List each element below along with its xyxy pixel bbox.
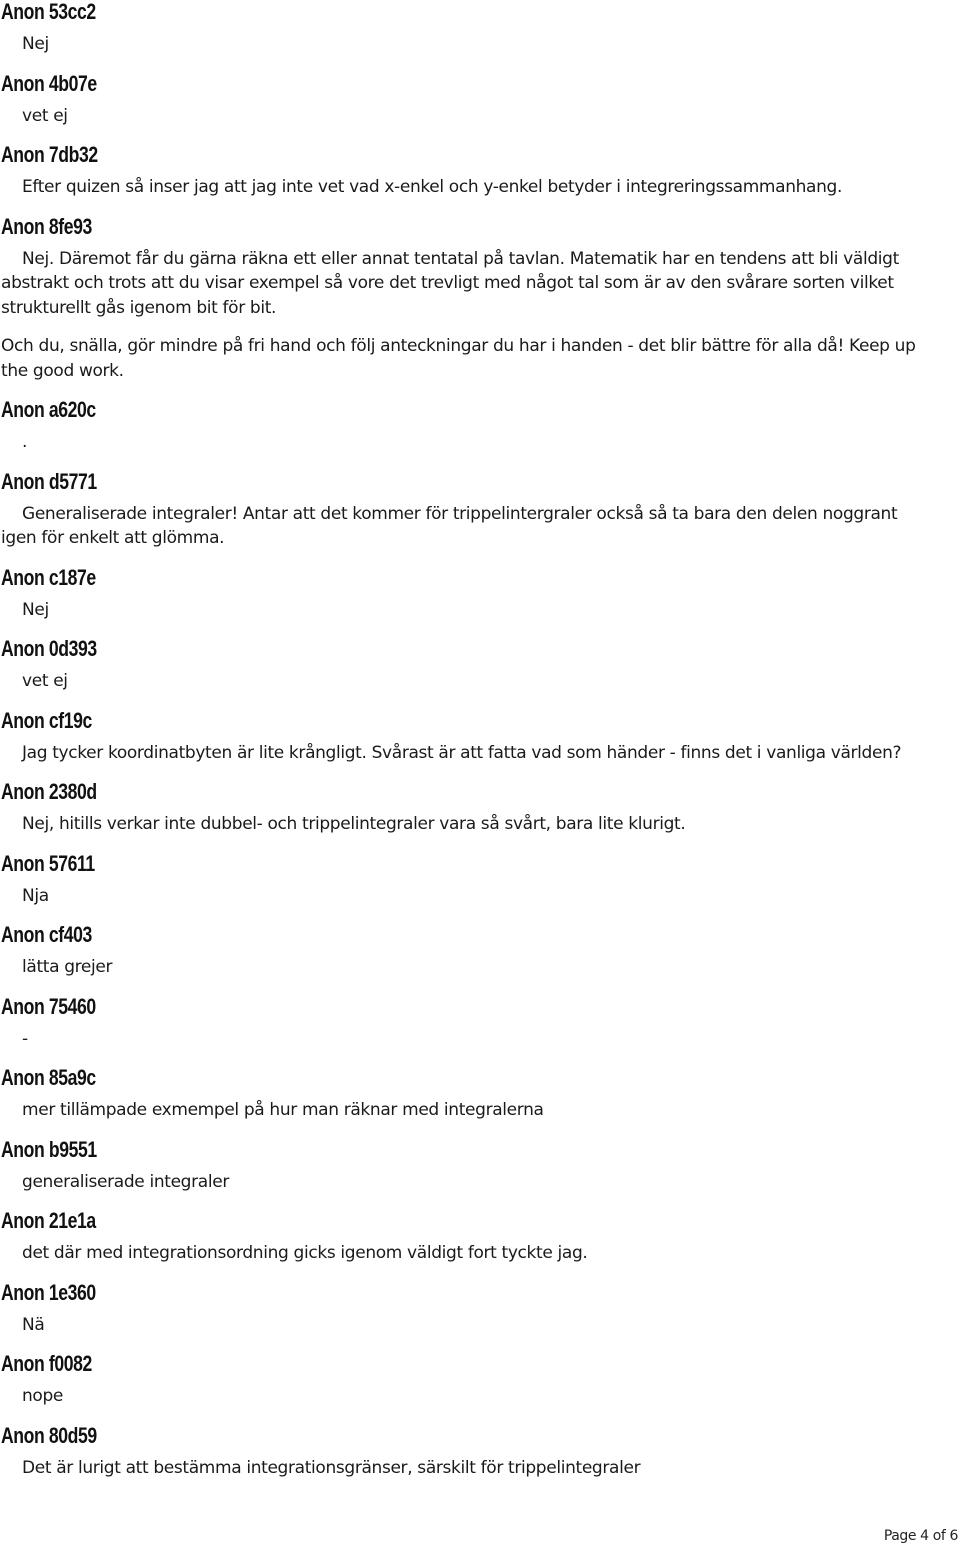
response-body: Jag tycker koordinatbyten är lite krångl… (1, 741, 931, 777)
response-entry: Anon 8fe93 Nej. Däremot får du gärna räkn… (1, 211, 931, 395)
respondent-name: Anon 53cc2 (1, 0, 96, 24)
response-text: vet ej (22, 671, 68, 691)
response-text: Jag tycker koordinatbyten är lite krångl… (22, 742, 902, 763)
response-entry: Anon 2380d Nej, hitills verkar inte dubbe… (1, 776, 931, 848)
response-body: lätta grejer (1, 955, 931, 991)
response-entry: Anon 1e360 Nä (1, 1277, 931, 1349)
response-entry: Anon 57611 Nja (1, 848, 931, 920)
response-entry: Anon c187e Nej (1, 562, 931, 634)
response-text: . (22, 432, 28, 452)
response-text: Generaliserade integraler! Antar att det… (1, 503, 898, 549)
response-entry: Anon f0082 nope (1, 1348, 931, 1420)
response-list: Anon 53cc2 Nej Anon 4b07e vet ej Anon 7db32 E… (1, 0, 931, 1491)
response-entry: Anon 7db32 Efter quizen så inser jag att … (1, 139, 931, 211)
response-entry: Anon 85a9c mer tillämpade exmempel på hur… (1, 1062, 931, 1134)
page-number: Page 4 of 6 (883, 1528, 959, 1544)
response-text: Nej (22, 34, 49, 54)
respondent-name: Anon 85a9c (1, 1065, 96, 1090)
response-text: Efter quizen så inser jag att jag inte v… (22, 177, 843, 197)
response-text: Nej (22, 599, 49, 620)
respondent-name: Anon a620c (1, 397, 96, 422)
response-entry: Anon d5771 Generaliserade integraler! Ant… (1, 466, 931, 562)
response-text: Och du, snälla, gör mindre på fri hand o… (1, 336, 916, 381)
response-body: nope (1, 1384, 931, 1420)
response-entry: Anon b9551 generaliserade integraler (1, 1134, 931, 1206)
respondent-name: Anon 4b07e (1, 70, 97, 96)
response-body: Nä (1, 1313, 931, 1349)
respondent-name: Anon 80d59 (1, 1422, 97, 1448)
response-text: lätta grejer (22, 957, 113, 977)
response-body: Generaliserade integraler! Antar att det… (1, 502, 931, 562)
response-text: vet ej (22, 105, 68, 126)
respondent-name: Anon c187e (1, 564, 96, 590)
response-text: Det är lurigt att bestämma integrationsg… (22, 1457, 641, 1478)
response-body: - (1, 1027, 931, 1063)
response-entry: Anon cf19c Jag tycker koordinatbyten är l… (1, 705, 931, 777)
response-body: Nej. Däremot får du gärna räkna ett elle… (1, 247, 931, 395)
respondent-name: Anon b9551 (1, 1136, 97, 1162)
response-entry: Anon a620c. (1, 394, 931, 466)
response-text: generaliserade integraler (22, 1171, 229, 1192)
response-body: Efter quizen så inser jag att jag inte v… (1, 175, 931, 211)
response-entry: Anon 21e1a det där med integrationsordnin… (1, 1205, 931, 1277)
respondent-name: Anon f0082 (1, 1351, 92, 1376)
respondent-name: Anon 21e1a (1, 1208, 96, 1233)
response-entry: Anon 4b07e vet ej (1, 68, 931, 140)
response-body: generaliserade integraler (1, 1170, 931, 1206)
respondent-name: Anon 8fe93 (1, 213, 92, 239)
response-body: Nej (1, 32, 931, 68)
respondent-name: Anon cf403 (1, 922, 92, 947)
response-entry: Anon 80d59 Det är lurigt att bestämma int… (1, 1420, 931, 1492)
response-body: Nja (1, 884, 931, 920)
response-text: Nä (22, 1314, 45, 1335)
response-text: det där med integrationsordning gicks ig… (22, 1243, 588, 1263)
respondent-name: Anon 2380d (1, 779, 97, 804)
response-body: Nej (1, 598, 931, 634)
respondent-name: Anon 1e360 (1, 1279, 96, 1305)
response-body: . (1, 430, 931, 466)
respondent-name: Anon 7db32 (1, 142, 98, 167)
response-entry: Anon 75460 - (1, 991, 931, 1063)
respondent-name: Anon 0d393 (1, 636, 97, 661)
response-text: Nej, hitills verkar inte dubbel- och tri… (22, 814, 686, 834)
response-body: mer tillämpade exmempel på hur man räkna… (1, 1098, 931, 1134)
response-text: Nej. Däremot får du gärna räkna ett elle… (1, 248, 899, 318)
response-entry: Anon cf403 lätta grejer (1, 919, 931, 991)
response-body: det där med integrationsordning gicks ig… (1, 1241, 931, 1277)
response-body: Det är lurigt att bestämma integrationsg… (1, 1456, 931, 1492)
respondent-name: Anon d5771 (1, 468, 97, 494)
response-entry: Anon 0d393 vet ej (1, 633, 931, 705)
response-text: Nja (22, 885, 49, 906)
response-text: - (22, 1028, 28, 1049)
response-text: mer tillämpade exmempel på hur man räkna… (22, 1100, 544, 1120)
response-body: Nej, hitills verkar inte dubbel- och tri… (1, 812, 931, 848)
response-text: nope (22, 1386, 64, 1406)
respondent-name: Anon 57611 (1, 850, 95, 876)
response-entry: Anon 53cc2 Nej (1, 0, 931, 68)
response-body: vet ej (1, 669, 931, 705)
respondent-name: Anon 75460 (1, 993, 96, 1019)
response-body: vet ej (1, 104, 931, 140)
respondent-name: Anon cf19c (1, 707, 92, 733)
